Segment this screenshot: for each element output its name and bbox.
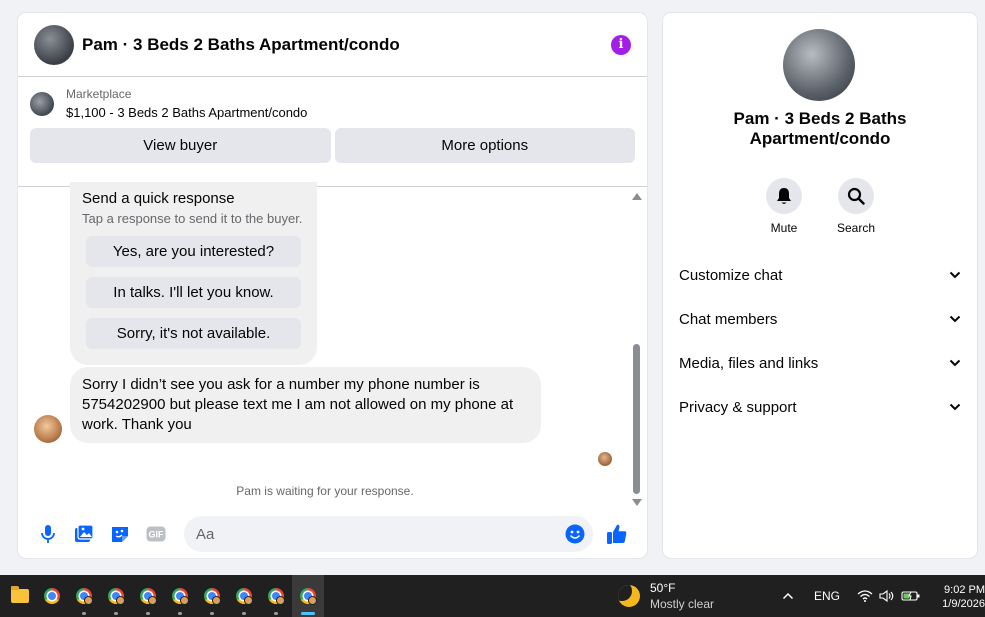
message-input-wrapper: [184, 516, 593, 552]
chrome-profile-icon[interactable]: [68, 575, 100, 617]
info-icon[interactable]: i: [611, 34, 631, 55]
scroll-thumb[interactable]: [633, 344, 640, 494]
thumbs-up-icon[interactable]: [599, 516, 635, 552]
chat-title[interactable]: Pam · 3 Beds 2 Baths Apartment/condo: [82, 35, 611, 55]
conversation-info-panel: Pam · 3 Beds 2 Baths Apartment/condo Mut…: [663, 13, 977, 558]
section-label: Chat members: [679, 310, 778, 328]
quick-response-option[interactable]: In talks. I'll let you know.: [86, 277, 301, 308]
chrome-icon[interactable]: [36, 575, 68, 617]
quick-response-card: Send a quick response Tap a response to …: [70, 182, 317, 365]
quick-response-option[interactable]: Sorry, it's not available.: [86, 318, 301, 349]
mute-label: Mute: [770, 221, 798, 235]
chrome-profile-icon[interactable]: [196, 575, 228, 617]
section-media-files-links[interactable]: Media, files and links: [663, 341, 977, 385]
composer-bar: GIF: [18, 510, 647, 558]
search-action[interactable]: Search: [836, 178, 876, 235]
marketplace-label: Marketplace: [66, 87, 132, 101]
battery-icon[interactable]: [898, 590, 924, 602]
more-options-button[interactable]: More options: [334, 128, 635, 163]
chevron-down-icon: [949, 271, 961, 279]
message-scrollbar[interactable]: [631, 188, 643, 510]
file-explorer-icon[interactable]: [4, 575, 36, 617]
search-label: Search: [836, 221, 876, 235]
section-label: Privacy & support: [679, 398, 797, 416]
marketplace-listing[interactable]: Marketplace $1,100 - 3 Beds 2 Baths Apar…: [30, 87, 635, 120]
waiting-status: Pam is waiting for your response.: [236, 484, 414, 498]
section-privacy-support[interactable]: Privacy & support: [663, 385, 977, 429]
weather-condition: Mostly clear: [650, 597, 715, 611]
profile-avatar[interactable]: [783, 29, 855, 101]
chevron-down-icon: [949, 359, 961, 367]
chat-panel: Pam · 3 Beds 2 Baths Apartment/condo i M…: [18, 13, 647, 558]
chrome-profile-icon[interactable]: [100, 575, 132, 617]
chat-header: Pam · 3 Beds 2 Baths Apartment/condo i: [18, 13, 647, 77]
quick-response-option[interactable]: Yes, are you interested?: [86, 236, 301, 267]
search-icon[interactable]: [838, 178, 874, 214]
message-row: Sorry I didn’t see you ask for a number …: [34, 367, 541, 443]
photo-icon[interactable]: [66, 516, 102, 552]
windows-taskbar: 50°F Mostly clear ENG 9:02 PM 1/9/2026: [0, 575, 985, 617]
system-clock[interactable]: 9:02 PM 1/9/2026: [938, 583, 985, 611]
profile-name: Pam · 3 Beds 2 Baths Apartment/condo: [733, 109, 907, 148]
language-indicator[interactable]: ENG: [814, 589, 840, 603]
scroll-down-arrow[interactable]: [632, 499, 642, 506]
listing-thumbnail: [30, 91, 54, 116]
emoji-icon[interactable]: [565, 524, 585, 544]
message-bubble[interactable]: Sorry I didn’t see you ask for a number …: [70, 367, 541, 443]
chrome-profile-icon[interactable]: [260, 575, 292, 617]
message-list: Send a quick response Tap a response to …: [18, 182, 647, 510]
view-buyer-button[interactable]: View buyer: [30, 128, 331, 163]
gif-icon[interactable]: GIF: [138, 516, 174, 552]
weather-widget[interactable]: 50°F Mostly clear: [618, 575, 714, 617]
section-chat-members[interactable]: Chat members: [663, 297, 977, 341]
chat-avatar[interactable]: [34, 24, 74, 65]
clock-time: 9:02 PM: [944, 584, 985, 596]
listing-title: $1,100 - 3 Beds 2 Baths Apartment/condo: [66, 105, 308, 120]
section-label: Customize chat: [679, 266, 783, 284]
quick-response-subtitle: Tap a response to send it to the buyer.: [82, 211, 303, 226]
chrome-profile-icon-active[interactable]: [292, 575, 324, 617]
quick-response-title: Send a quick response: [82, 190, 235, 207]
chrome-profile-icon[interactable]: [228, 575, 260, 617]
scroll-up-arrow[interactable]: [632, 193, 642, 200]
section-customize-chat[interactable]: Customize chat: [663, 253, 977, 297]
marketplace-banner: Marketplace $1,100 - 3 Beds 2 Baths Apar…: [18, 77, 647, 187]
volume-icon[interactable]: [876, 590, 898, 602]
section-label: Media, files and links: [679, 354, 819, 372]
profile-actions: Mute Search: [663, 178, 977, 235]
mute-action[interactable]: Mute: [766, 178, 802, 235]
weather-temperature: 50°F: [650, 581, 676, 595]
sticker-icon[interactable]: [102, 516, 138, 552]
microphone-icon[interactable]: [30, 516, 66, 552]
gif-label: GIF: [149, 530, 165, 540]
chrome-profile-icon[interactable]: [132, 575, 164, 617]
chrome-profile-icon[interactable]: [164, 575, 196, 617]
bell-icon[interactable]: [766, 178, 802, 214]
system-tray: ENG: [778, 575, 924, 617]
read-receipt-avatar: [598, 452, 612, 466]
wifi-icon[interactable]: [854, 590, 876, 602]
info-sections: Customize chat Chat members Media, files…: [663, 253, 977, 429]
sender-avatar[interactable]: [34, 415, 62, 443]
clock-date: 1/9/2026: [942, 598, 985, 610]
chevron-down-icon: [949, 315, 961, 323]
chevron-down-icon: [949, 403, 961, 411]
message-input[interactable]: [196, 525, 565, 543]
moon-icon: [618, 585, 640, 607]
chevron-up-icon[interactable]: [778, 592, 798, 600]
